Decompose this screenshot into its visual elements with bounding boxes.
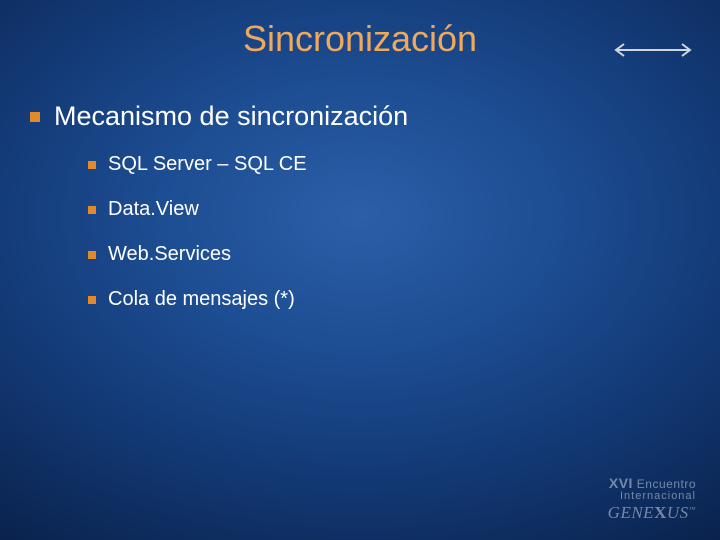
footer-logo: XVI Encuentro Internacional GENEXUS™ [608,476,696,522]
bullet-level2: Web.Services [88,242,690,267]
content-area: Mecanismo de sincronización SQL Server –… [30,100,690,332]
bullet-level2: SQL Server – SQL CE [88,152,690,177]
bullet-level1: Mecanismo de sincronización [30,100,690,134]
logo-xvi: XVI [609,475,633,491]
bullet-level2-text: Web.Services [108,242,231,267]
double-arrow-icon [610,42,696,63]
logo-line1: XVI Encuentro [608,476,696,491]
logo-brand-us: US [667,503,689,522]
bullet-square-icon [30,112,40,122]
bullet-level2-text: Data.View [108,197,199,222]
bullet-square-icon [88,161,96,169]
bullet-level2: Cola de mensajes (*) [88,287,690,312]
logo-line2: Internacional [608,491,696,503]
bullet-square-icon [88,296,96,304]
sub-list: SQL Server – SQL CE Data.View Web.Servic… [88,152,690,312]
logo-tm: ™ [689,506,696,514]
logo-brand-g: G [608,503,621,522]
slide: Sincronización Mecanismo de sincronizaci… [0,0,720,540]
bullet-level2: Data.View [88,197,690,222]
bullet-level2-text: Cola de mensajes (*) [108,287,295,312]
bullet-level2-text: SQL Server – SQL CE [108,152,307,177]
bullet-level1-text: Mecanismo de sincronización [54,100,408,134]
logo-brand-ene: ENE [620,503,654,522]
logo-brand-x: X [654,503,667,522]
bullet-square-icon [88,206,96,214]
logo-brand: GENEXUS™ [608,504,696,522]
logo-encuentro: Encuentro [633,477,696,491]
bullet-square-icon [88,251,96,259]
